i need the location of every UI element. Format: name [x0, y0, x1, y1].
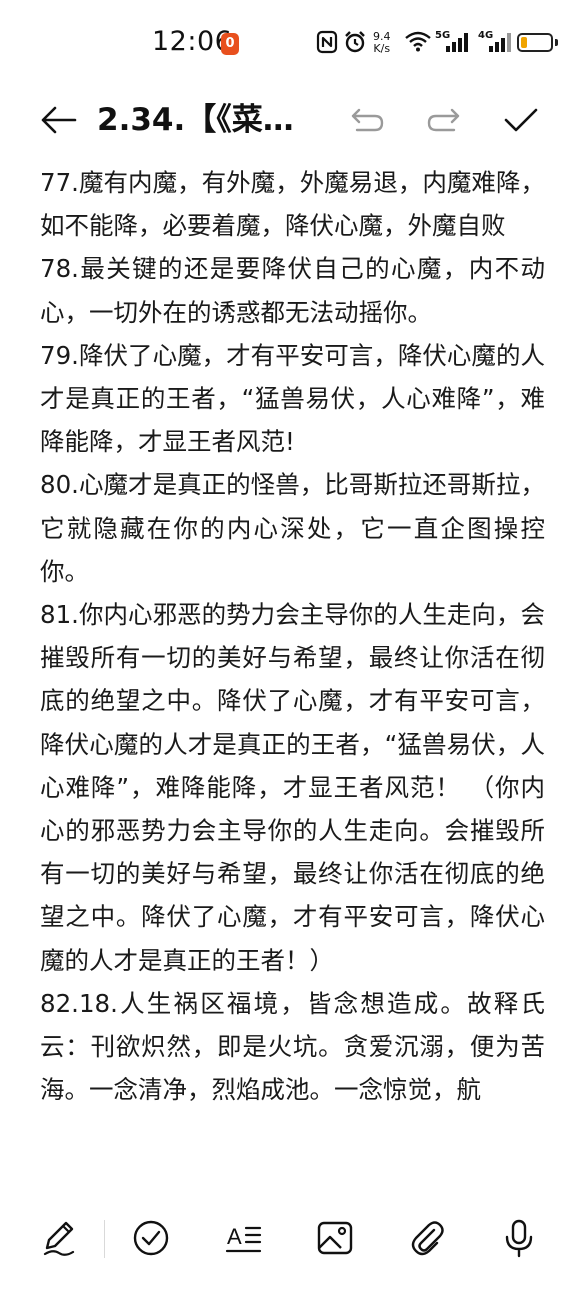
battery-level-fill: [521, 37, 527, 48]
checklist-icon: [133, 1220, 169, 1256]
undo-icon: [351, 108, 384, 132]
paragraph-79: 79.降伏了心魔，才有平安可言，降伏心魔的人才是真正的王者，“猛兽易伏，人心难降…: [40, 340, 545, 457]
paragraph-78: 78.最关键的还是要降伏自己的心魔，内不动心，一切外在的诱惑都无法动摇你。: [40, 254, 545, 327]
bottom-toolbar: A: [0, 1188, 580, 1289]
nfc-icon: [316, 30, 338, 54]
done-button[interactable]: [499, 98, 543, 142]
editor-toolbar: 2.34.【《菜…: [0, 86, 580, 154]
document-title[interactable]: 2.34.【《菜…: [97, 100, 307, 140]
network-speed: 9.4 K/s: [373, 31, 391, 55]
arrow-left-icon: [41, 106, 77, 134]
voice-input-button[interactable]: [495, 1214, 543, 1262]
battery-tip: [555, 39, 558, 46]
microphone-icon: [505, 1219, 533, 1258]
text-format-icon: A: [225, 1224, 262, 1253]
paragraph-81: 81.你内心邪恶的势力会主导你的人生走向，会摧毁所有一切的美好与希望，最终让你活…: [40, 600, 545, 975]
handwriting-button[interactable]: [35, 1214, 83, 1262]
attachment-button[interactable]: [403, 1214, 451, 1262]
checkmark-icon: [504, 108, 538, 132]
text-format-button[interactable]: A: [220, 1214, 268, 1262]
image-icon: [317, 1221, 353, 1255]
redo-button[interactable]: [422, 98, 466, 142]
notification-badge: 0: [221, 33, 239, 55]
toolbar-divider: [104, 1220, 105, 1258]
battery-icon: [517, 33, 553, 52]
back-button[interactable]: [36, 98, 80, 142]
status-bar: 12:06 0 9.4 K/s 5G 4G: [0, 0, 580, 86]
attachment-icon: [411, 1221, 444, 1256]
alarm-icon: [345, 31, 365, 53]
wifi-icon: [405, 31, 431, 52]
paragraph-80: 80.心魔才是真正的怪兽，比哥斯拉还哥斯拉，它就隐藏在你的内心深处，它一直企图操…: [40, 470, 545, 586]
note-body[interactable]: 77.魔有内魔，有外魔，外魔易退，内魔难降，如不能降，必要着魔，降伏心魔，外魔自…: [40, 161, 545, 1186]
network-speed-unit: K/s: [373, 42, 391, 55]
paragraph-82: 82.18.人生祸区福境，皆念想造成。故释氏云：刊欲炽然，即是火坑。贪爱沉溺，便…: [40, 988, 545, 1105]
paragraph-77: 77.魔有内魔，有外魔，外魔易退，内魔难降，如不能降，必要着魔，降伏心魔，外魔自…: [40, 168, 545, 241]
signal-bars-icon: [446, 33, 468, 52]
text-format-letter: A: [227, 1224, 242, 1249]
handwriting-pen-icon: [43, 1221, 75, 1256]
undo-button[interactable]: [345, 98, 389, 142]
signal-bars-2-icon: [489, 33, 511, 52]
insert-image-button[interactable]: [311, 1214, 359, 1262]
checklist-button[interactable]: [127, 1214, 175, 1262]
redo-icon: [427, 108, 460, 132]
